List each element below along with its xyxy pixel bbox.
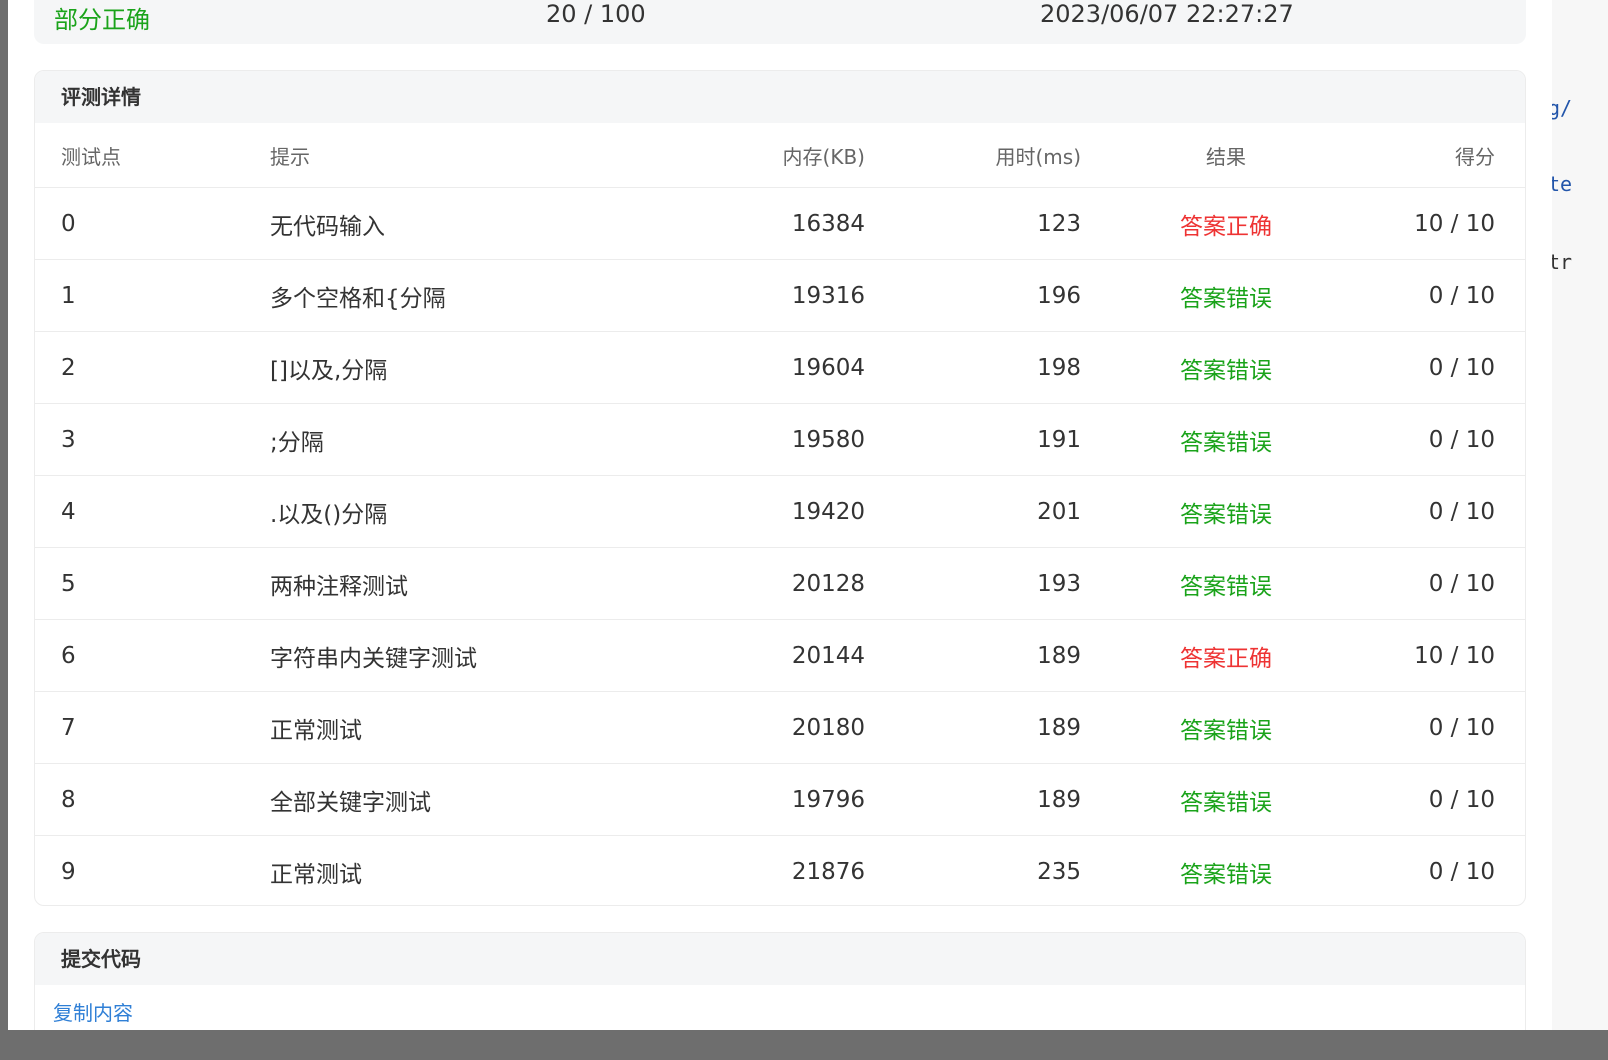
testpoint-memory: 21876 [791,858,865,885]
testpoint-score: 0 / 10 [1371,403,1525,476]
testpoint-id: 7 [35,691,270,764]
submitted-code-card: 提交代码 复制内容 [34,932,1526,1042]
testpoint-result: 答案正确 [1081,187,1371,260]
testpoint-id: 1 [35,259,270,332]
testpoint-time: 123 [865,187,1081,260]
submission-time: 2023/06/07 22:27:27 [1040,0,1294,28]
testpoint-id: 8 [35,763,270,836]
testpoint-memory: 20180 [670,691,865,764]
testpoint-hint: ;分隔 [270,403,670,476]
submission-status: 部分正确 [54,6,150,34]
column-header-time: 用时(ms) [865,123,1081,188]
testpoint-time: 196 [865,259,1081,332]
table-row: 4 .以及()分隔 19420 201 答案错误 0 / 10 [35,475,1525,548]
testpoint-result: 答案错误 [1180,861,1272,888]
background-code-fragment: tr [1552,250,1573,274]
testpoint-memory: 20128 [670,547,865,620]
background-code-editor: g/ te tr [1552,0,1608,1060]
testpoint-score: 0 / 10 [1428,858,1495,885]
column-header-testpoint: 测试点 [35,123,270,188]
testpoint-id: 6 [35,619,270,692]
testpoint-id: 0 [35,187,270,260]
table-row: 0 无代码输入 16384 123 答案正确 10 / 10 [35,187,1525,260]
testpoint-memory: 19420 [670,475,865,548]
table-header-row: 测试点 提示 内存(KB) 用时(ms) 结果 得分 [35,123,1525,188]
testpoint-time: 189 [865,619,1081,692]
background-code-fragment: te [1552,172,1573,196]
table-row: 9 正常测试 21876 235 答案错误 0 / 10 [35,836,1525,906]
testpoint-hint: []以及,分隔 [270,331,670,404]
testpoint-id: 4 [35,475,270,548]
window-bottom-edge [0,1030,1608,1060]
testpoint-memory: 19316 [670,259,865,332]
testpoint-result: 答案错误 [1081,475,1371,548]
table-row: 5 两种注释测试 20128 193 答案错误 0 / 10 [35,547,1525,620]
testpoint-result: 答案错误 [1081,403,1371,476]
testpoint-result: 答案错误 [1081,763,1371,836]
window-left-edge [0,0,8,1060]
table-row: 6 字符串内关键字测试 20144 189 答案正确 10 / 10 [35,619,1525,692]
testpoint-hint: 多个空格和{分隔 [270,259,670,332]
submission-detail-modal: 部分正确 20 / 100 2023/06/07 22:27:27 评测详情 测… [8,0,1552,1042]
testpoint-id: 5 [35,547,270,620]
testpoint-id: 3 [35,403,270,476]
testpoint-hint: 两种注释测试 [270,547,670,620]
testpoint-time: 189 [865,763,1081,836]
testpoint-hint: 正常测试 [270,691,670,764]
testpoint-hint: 全部关键字测试 [270,763,670,836]
column-header-result: 结果 [1081,123,1371,188]
testpoint-memory: 19580 [670,403,865,476]
testpoint-result: 答案正确 [1081,619,1371,692]
testpoint-result: 答案错误 [1081,691,1371,764]
testpoint-id: 2 [35,331,270,404]
testpoint-score: 0 / 10 [1371,259,1525,332]
testpoint-hint: 正常测试 [270,861,362,888]
testpoint-time: 198 [865,331,1081,404]
submission-summary: 部分正确 20 / 100 2023/06/07 22:27:27 [34,0,1526,44]
testpoint-hint: .以及()分隔 [270,475,670,548]
testpoint-score: 0 / 10 [1371,691,1525,764]
testpoint-memory: 16384 [670,187,865,260]
table-row: 3 ;分隔 19580 191 答案错误 0 / 10 [35,403,1525,476]
testpoint-hint: 字符串内关键字测试 [270,619,670,692]
table-row: 8 全部关键字测试 19796 189 答案错误 0 / 10 [35,763,1525,836]
testpoint-score: 10 / 10 [1371,619,1525,692]
judge-results-table: 测试点 提示 内存(KB) 用时(ms) 结果 得分 0 无代码输入 16384 12… [35,123,1525,906]
testpoint-score: 0 / 10 [1371,475,1525,548]
column-header-memory: 内存(KB) [670,123,865,188]
testpoint-memory: 19604 [670,331,865,404]
testpoint-time: 235 [1037,858,1081,885]
judge-details-card: 评测详情 测试点 提示 内存(KB) 用时(ms) 结果 得分 0 无代码输入 16… [34,70,1526,906]
testpoint-time: 201 [865,475,1081,548]
table-row: 1 多个空格和{分隔 19316 196 答案错误 0 / 10 [35,259,1525,332]
submission-score: 20 / 100 [546,0,646,28]
testpoint-time: 193 [865,547,1081,620]
testpoint-result: 答案错误 [1081,547,1371,620]
table-row: 7 正常测试 20180 189 答案错误 0 / 10 [35,691,1525,764]
testpoint-score: 0 / 10 [1371,763,1525,836]
submitted-code-title: 提交代码 [35,933,1525,985]
testpoint-time: 189 [865,691,1081,764]
background-code-fragment: g/ [1552,96,1573,120]
table-row: 2 []以及,分隔 19604 198 答案错误 0 / 10 [35,331,1525,404]
copy-content-link[interactable]: 复制内容 [53,997,133,1026]
testpoint-hint: 无代码输入 [270,187,670,260]
testpoint-memory: 19796 [670,763,865,836]
testpoint-time: 191 [865,403,1081,476]
testpoint-id: 9 [61,858,76,885]
testpoint-result: 答案错误 [1081,331,1371,404]
testpoint-score: 10 / 10 [1371,187,1525,260]
testpoint-memory: 20144 [670,619,865,692]
column-header-hint: 提示 [270,123,670,188]
column-header-score: 得分 [1371,123,1525,188]
testpoint-score: 0 / 10 [1371,547,1525,620]
judge-details-title: 评测详情 [35,71,1525,123]
testpoint-result: 答案错误 [1081,259,1371,332]
testpoint-score: 0 / 10 [1371,331,1525,404]
